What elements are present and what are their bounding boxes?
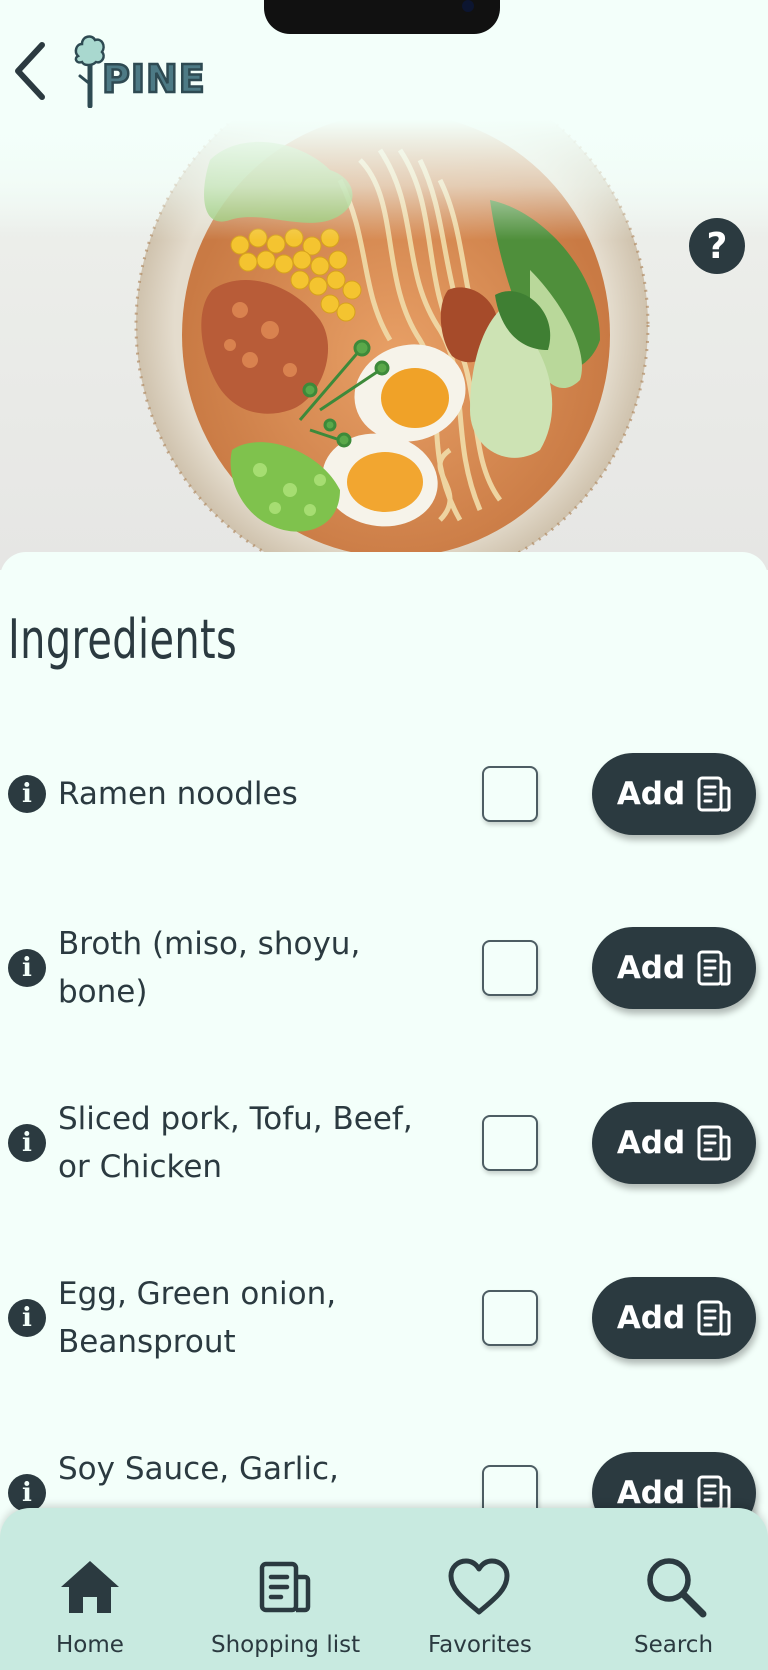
front-camera (462, 0, 474, 12)
info-icon[interactable]: i (8, 1299, 46, 1337)
shopping-list-icon (697, 776, 731, 812)
nav-home-label: Home (56, 1632, 124, 1658)
add-to-list-button[interactable]: Add (592, 1102, 756, 1184)
chevron-left-icon (15, 42, 45, 100)
ingredient-row: i Ramen noodles Add (0, 734, 768, 854)
ingredient-name: Sliced pork, Tofu, Beef, or Chicken (58, 1101, 413, 1185)
shopping-list-icon (259, 1561, 311, 1613)
ingredient-checkbox[interactable] (482, 1290, 538, 1346)
ingredient-name: Broth (miso, shoyu, bone) (58, 926, 361, 1010)
add-to-list-button[interactable]: Add (592, 927, 756, 1009)
hero-top-fade (0, 120, 768, 240)
recipe-screen: PINE ? Ingredients i Ramen noodles Add i… (0, 0, 768, 1670)
camera-notch (264, 0, 500, 34)
ingredient-row: i Sliced pork, Tofu, Beef, or Chicken Ad… (0, 1083, 768, 1203)
search-icon (647, 1558, 707, 1618)
add-to-list-button[interactable]: Add (592, 753, 756, 835)
home-icon (61, 1561, 119, 1613)
nav-home[interactable]: Home (40, 1508, 140, 1670)
back-button[interactable] (6, 36, 54, 106)
heart-icon (448, 1558, 510, 1615)
info-icon[interactable]: i (8, 949, 46, 987)
ingredient-row: i Broth (miso, shoyu, bone) Add (0, 908, 768, 1028)
add-button-label: Add (616, 1125, 686, 1161)
question-mark-icon: ? (706, 225, 728, 267)
ingredient-name: Soy Sauce, Garlic, (58, 1451, 339, 1487)
shopping-list-icon (697, 1475, 731, 1511)
nav-search-label: Search (634, 1632, 714, 1658)
ingredient-checkbox[interactable] (482, 1115, 538, 1171)
nav-favorites-label: Favorites (428, 1632, 532, 1658)
add-button-label: Add (616, 950, 686, 986)
ingredient-row: i Egg, Green onion, Beansprout Add (0, 1258, 768, 1378)
ingredient-checkbox[interactable] (482, 940, 538, 996)
help-button[interactable]: ? (689, 218, 745, 274)
add-to-list-button[interactable]: Add (592, 1277, 756, 1359)
info-icon[interactable]: i (8, 1474, 46, 1512)
shopping-list-icon (697, 950, 731, 986)
ingredient-name: Egg, Green onion, Beansprout (58, 1276, 337, 1360)
app-logo[interactable]: PINE (72, 28, 206, 108)
add-button-label: Add (616, 1300, 686, 1336)
ingredient-name: Ramen noodles (58, 776, 298, 812)
bottom-navigation: Home Shopping list Favorites Search (0, 1508, 768, 1670)
shopping-list-icon (697, 1300, 731, 1336)
logo-text: PINE (101, 57, 206, 101)
info-icon[interactable]: i (8, 775, 46, 813)
ingredients-panel: Ingredients i Ramen noodles Add i Broth … (0, 552, 768, 1670)
nav-shopping-list-label: Shopping list (211, 1632, 361, 1658)
add-button-label: Add (616, 1475, 686, 1511)
nav-shopping-list[interactable]: Shopping list (205, 1508, 365, 1670)
nav-favorites[interactable]: Favorites (420, 1508, 540, 1670)
ingredient-checkbox[interactable] (482, 766, 538, 822)
shopping-list-icon (697, 1125, 731, 1161)
add-button-label: Add (616, 776, 686, 812)
info-icon[interactable]: i (8, 1124, 46, 1162)
ingredients-title: Ingredients (8, 608, 238, 671)
nav-search[interactable]: Search (620, 1508, 730, 1670)
recipe-hero-image (0, 120, 768, 570)
